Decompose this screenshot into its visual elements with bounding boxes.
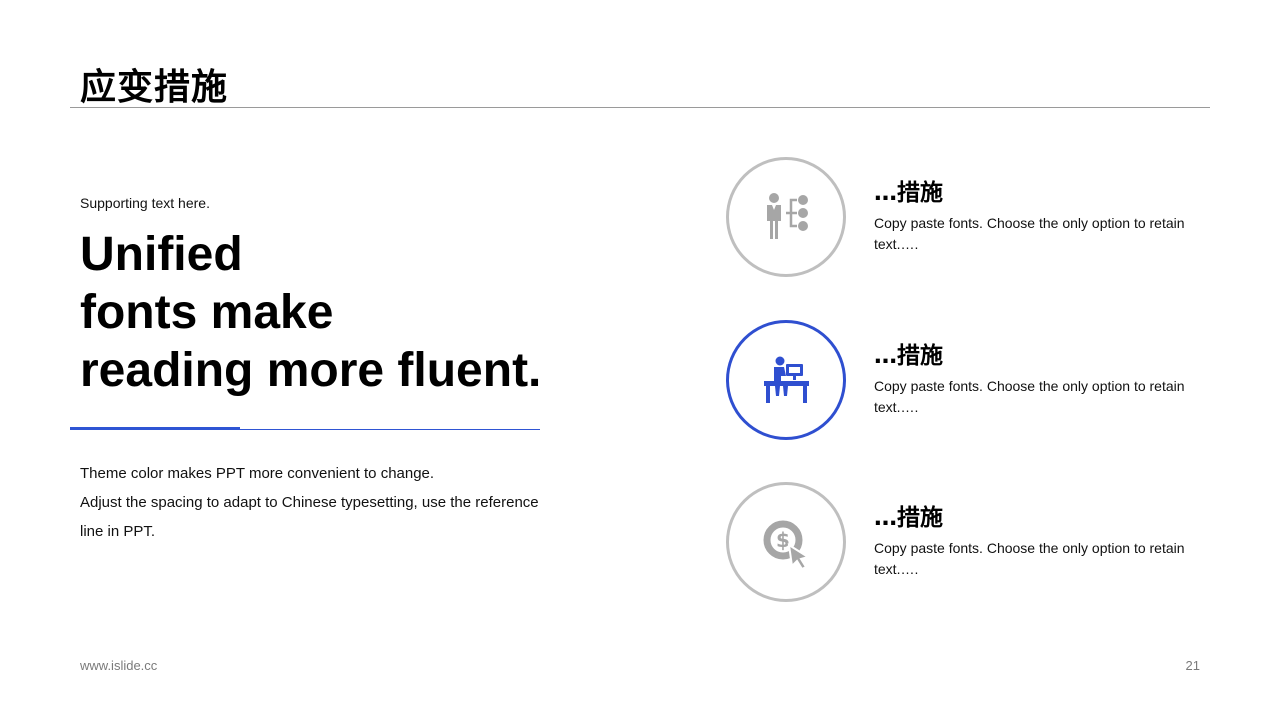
measure-desc: Copy paste fonts. Choose the only option… — [874, 540, 1185, 577]
footer-website: www.islide.cc — [80, 658, 158, 673]
title-divider — [70, 107, 1210, 108]
measure-item: …措施 Copy paste fonts. Choose the only op… — [726, 320, 1206, 446]
headline-line: reading more fluent. — [80, 344, 542, 397]
measure-item: $ …措施 Copy paste fonts. Choose the only … — [726, 482, 1206, 608]
headline-line: fonts make — [80, 286, 334, 339]
headline: Unified fonts make reading more fluent. — [80, 226, 600, 400]
person-org-chart-icon — [767, 193, 808, 239]
body-text: Theme color makes PPT more convenient to… — [80, 459, 600, 546]
body-line: line in PPT. — [80, 523, 156, 540]
measure-icon-circle — [726, 320, 846, 440]
measure-icon-circle — [726, 157, 846, 277]
body-line: Adjust the spacing to adapt to Chinese t… — [80, 494, 539, 511]
dollar-click-icon: $ — [763, 520, 811, 571]
person-at-desk-icon — [764, 356, 809, 403]
measure-desc: Copy paste fonts. Choose the only option… — [874, 378, 1185, 415]
measure-desc: Copy paste fonts. Choose the only option… — [874, 215, 1185, 252]
slide-title: 应变措施 — [80, 67, 229, 108]
body-line: Theme color makes PPT more convenient to… — [80, 465, 435, 482]
svg-text:$: $ — [776, 528, 790, 552]
supporting-text: Supporting text here. — [80, 195, 210, 211]
measure-title: …措施 — [874, 505, 943, 531]
accent-divider-thick — [70, 427, 240, 430]
measure-icon-circle: $ — [726, 482, 846, 602]
measure-title: …措施 — [874, 343, 943, 369]
measure-title: …措施 — [874, 180, 943, 206]
footer-page-number: 21 — [1185, 658, 1200, 673]
measure-item: …措施 Copy paste fonts. Choose the only op… — [726, 157, 1206, 283]
headline-line: Unified — [80, 228, 243, 281]
